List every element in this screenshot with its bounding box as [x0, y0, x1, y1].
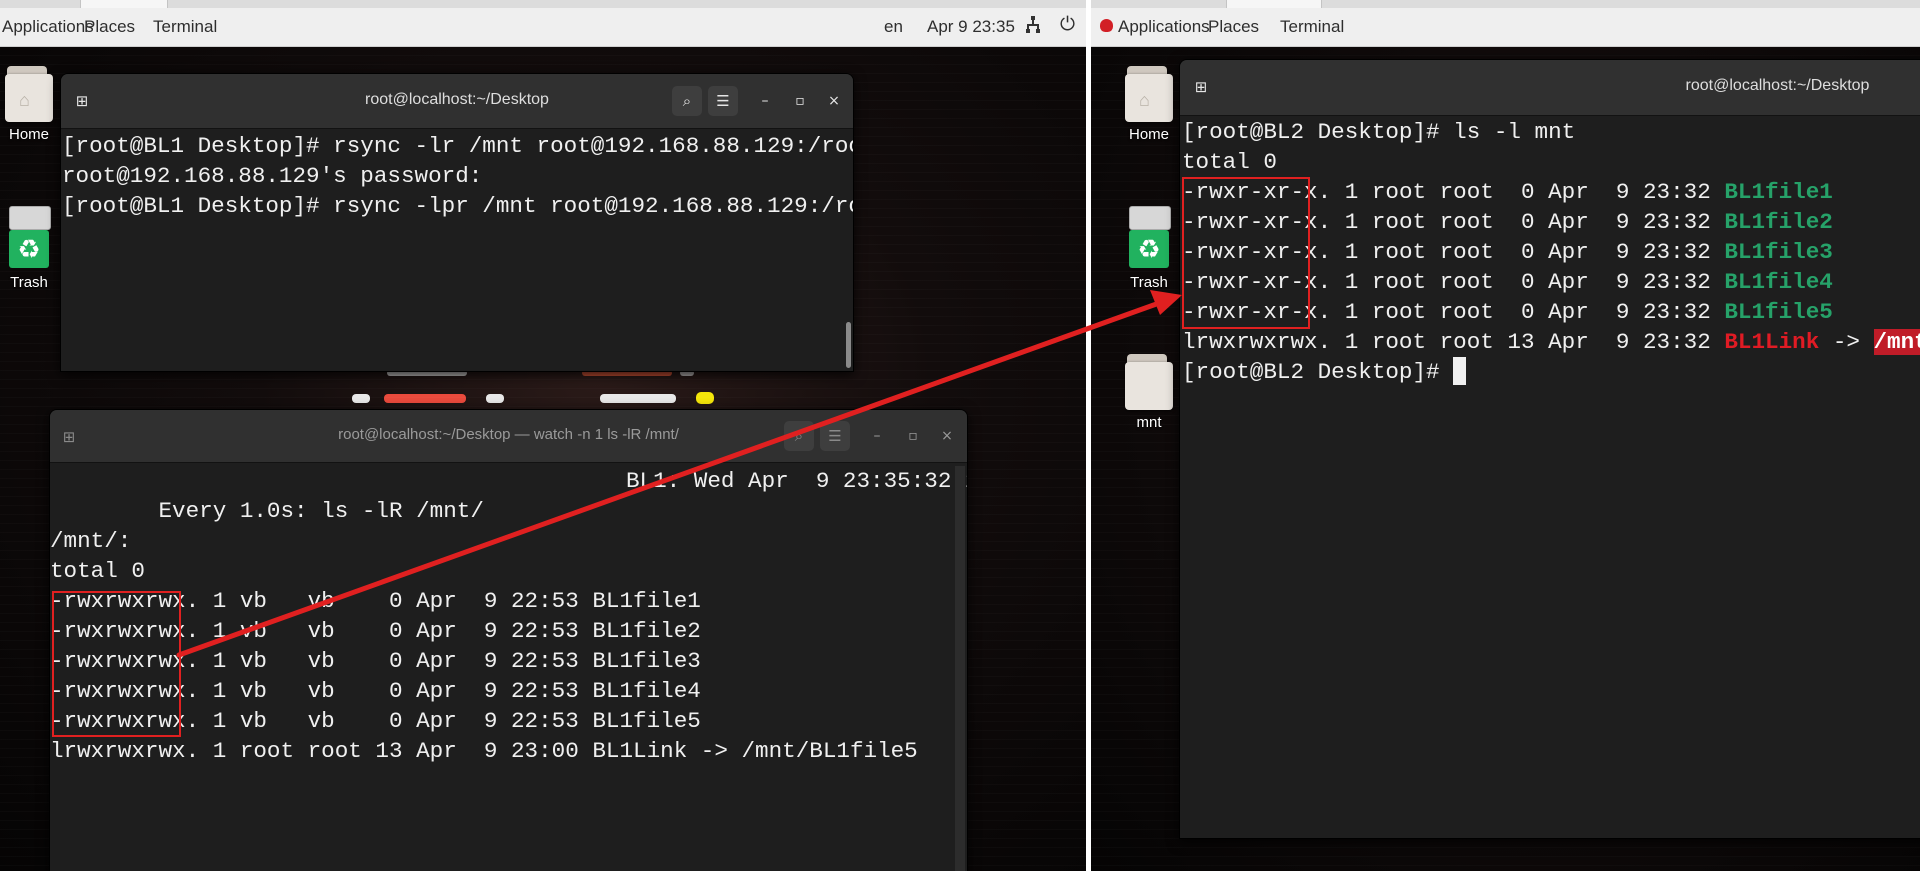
file-row: -rwxrwxrwx. 1 vb vb 0 Apr 9 22:53 BL1fil… [50, 616, 967, 646]
file-name: BL1file4 [1724, 269, 1833, 295]
symlink-name: BL1Link [1724, 329, 1820, 355]
file-name: BL1file2 [1724, 209, 1833, 235]
desktop-icon-trash[interactable]: ♻ Trash [1114, 206, 1184, 291]
terminal-line: [root@BL1 Desktop]# rsync -lr /mnt root@… [62, 133, 854, 159]
bottom-border [0, 871, 1920, 875]
shell-prompt: [root@BL2 Desktop]# [1182, 359, 1454, 385]
total-line: total 0 [50, 558, 145, 584]
desktop-icon-home[interactable]: ⌂ Home [0, 62, 64, 143]
terminal-line: root@192.168.88.129's password: [62, 163, 483, 189]
terminal-header-bar[interactable]: ⊞ root@localhost:~/Desktop ⌕ ☰ – ▫ × [61, 74, 853, 129]
desktop-icon-label: Trash [1130, 274, 1168, 291]
terminal-header-bar[interactable]: ⊞ root@localhost:~/Desktop — watch -n 1 … [50, 410, 967, 463]
prompt-line[interactable]: [root@BL2 Desktop]# [1182, 357, 1920, 387]
desktop-icon-label: Home [8, 126, 49, 143]
symlink-target: /mnt/BL1fil [1873, 329, 1920, 355]
hamburger-menu-icon[interactable]: ☰ [820, 421, 850, 451]
file-details: 1 vb vb 0 Apr 9 22:53 BL1file2 [199, 618, 701, 644]
desktop-icon-mnt[interactable]: mnt [1114, 350, 1184, 431]
desktop-icon-label: mnt [1136, 414, 1162, 431]
minimize-icon[interactable]: – [866, 425, 888, 447]
maximize-icon[interactable]: ▫ [902, 425, 924, 447]
clock[interactable]: Apr 9 23:35 [927, 17, 1015, 37]
home-folder-icon: ⌂ [5, 62, 53, 122]
symlink-row: lrwxrwxrwx. 1 root root 13 Apr 9 23:32 B… [1182, 327, 1920, 357]
trash-icon: ♻ [1127, 206, 1171, 270]
minimize-icon[interactable]: – [754, 90, 776, 112]
desktop-icon-label: Home [1128, 126, 1169, 143]
terminal-output[interactable]: [root@BL1 Desktop]# rsync -lr /mnt root@… [61, 131, 853, 371]
annotation-box-left [52, 591, 181, 737]
hamburger-menu-icon[interactable]: ☰ [708, 86, 738, 116]
file-name: BL1file1 [1724, 179, 1833, 205]
redhat-logo-icon[interactable] [1100, 19, 1113, 32]
directory-line: /mnt/: [50, 528, 132, 554]
language-indicator[interactable]: en [884, 17, 903, 37]
file-details: 1 vb vb 0 Apr 9 22:53 BL1file1 [199, 588, 701, 614]
wallpaper-lights [352, 370, 1086, 404]
places-menu[interactable]: Places [1208, 17, 1259, 37]
file-row: -rwxrwxrwx. 1 vb vb 0 Apr 9 22:53 BL1fil… [50, 646, 967, 676]
watch-command: Every 1.0s: ls -lR /mnt/ [158, 498, 484, 524]
right-desktop: Applications Places Terminal ⌂ Home ♻ Tr… [1091, 0, 1920, 875]
file-name: BL1file3 [1724, 239, 1833, 265]
file-name: BL1file5 [1724, 299, 1833, 325]
maximize-icon[interactable]: ▫ [789, 90, 811, 112]
new-tab-icon[interactable]: ⊞ [1186, 72, 1216, 102]
search-icon[interactable]: ⌕ [784, 421, 814, 451]
search-icon[interactable]: ⌕ [672, 86, 702, 116]
browser-tab-strip [0, 0, 1086, 8]
terminal-window-bl2[interactable]: ⊞ root@localhost:~/Desktop [root@BL2 Des… [1179, 59, 1920, 839]
desktop-icon-label: Trash [10, 274, 48, 291]
window-title: root@localhost:~/Desktop [1685, 77, 1870, 94]
top-panel: Applications Places Terminal en Apr 9 23… [0, 8, 1086, 47]
trash-icon: ♻ [7, 206, 51, 270]
folder-icon [1125, 350, 1173, 410]
file-details: 1 root root 0 Apr 9 23:32 [1331, 299, 1725, 325]
terminal-window-watch[interactable]: ⊞ root@localhost:~/Desktop — watch -n 1 … [49, 409, 968, 875]
close-icon[interactable]: × [823, 90, 845, 112]
desktop-icon-trash[interactable]: ♻ Trash [0, 206, 64, 291]
file-details: lrwxrwxrwx. 1 root root 13 Apr 9 23:32 [1182, 329, 1725, 355]
top-panel: Applications Places Terminal [1091, 8, 1920, 47]
file-row: -rwxrwxrwx. 1 vb vb 0 Apr 9 22:53 BL1fil… [50, 706, 967, 736]
symlink-row: lrwxrwxrwx. 1 root root 13 Apr 9 23:00 B… [50, 738, 918, 764]
terminal-menu[interactable]: Terminal [1280, 17, 1344, 37]
network-icon[interactable] [1026, 16, 1040, 34]
file-details: 1 vb vb 0 Apr 9 22:53 BL1file3 [199, 648, 701, 674]
places-menu[interactable]: Places [84, 17, 135, 37]
annotation-box-right [1182, 177, 1310, 329]
file-details: 1 root root 0 Apr 9 23:32 [1331, 179, 1725, 205]
scrollbar-track[interactable] [955, 466, 965, 875]
applications-menu[interactable]: Applications [1118, 17, 1210, 37]
file-details: 1 root root 0 Apr 9 23:32 [1331, 209, 1725, 235]
terminal-line: [root@BL1 Desktop]# rsync -lpr /mnt root… [62, 193, 853, 219]
file-details: 1 root root 0 Apr 9 23:32 [1331, 239, 1725, 265]
browser-tab-strip [1091, 0, 1920, 8]
power-icon[interactable]: ⏻ [1060, 14, 1075, 36]
browser-tab[interactable] [80, 0, 168, 8]
watch-host-time: BL1: Wed Apr 9 23:35:32 2025 [626, 468, 967, 494]
command-line: [root@BL2 Desktop]# ls -l mnt [1182, 119, 1576, 145]
scrollbar-thumb[interactable] [846, 322, 851, 368]
terminal-header-bar[interactable]: ⊞ root@localhost:~/Desktop [1180, 60, 1920, 116]
applications-menu[interactable]: Applications [2, 17, 94, 37]
file-row: -rwxrwxrwx. 1 vb vb 0 Apr 9 22:53 BL1fil… [50, 586, 967, 616]
watch-header-line: Every 1.0s: ls -lR /mnt/ BL1: Wed Apr 9 … [50, 466, 967, 524]
text-cursor [1453, 357, 1467, 385]
terminal-menu[interactable]: Terminal [153, 17, 217, 37]
home-folder-icon: ⌂ [1125, 62, 1173, 122]
terminal-output[interactable]: Every 1.0s: ls -lR /mnt/ BL1: Wed Apr 9 … [50, 466, 967, 875]
file-details: 1 vb vb 0 Apr 9 22:53 BL1file4 [199, 678, 701, 704]
left-desktop: Applications Places Terminal en Apr 9 23… [0, 0, 1086, 875]
file-details: 1 root root 0 Apr 9 23:32 [1331, 269, 1725, 295]
file-details: 1 vb vb 0 Apr 9 22:53 BL1file5 [199, 708, 701, 734]
close-icon[interactable]: × [936, 425, 958, 447]
total-line: total 0 [1182, 149, 1277, 175]
terminal-window-top[interactable]: ⊞ root@localhost:~/Desktop ⌕ ☰ – ▫ × [ro… [60, 73, 854, 372]
file-row: -rwxrwxrwx. 1 vb vb 0 Apr 9 22:53 BL1fil… [50, 676, 967, 706]
desktop-icon-home[interactable]: ⌂ Home [1114, 62, 1184, 143]
symlink-arrow: -> [1819, 329, 1874, 355]
browser-tab[interactable] [1226, 0, 1322, 8]
